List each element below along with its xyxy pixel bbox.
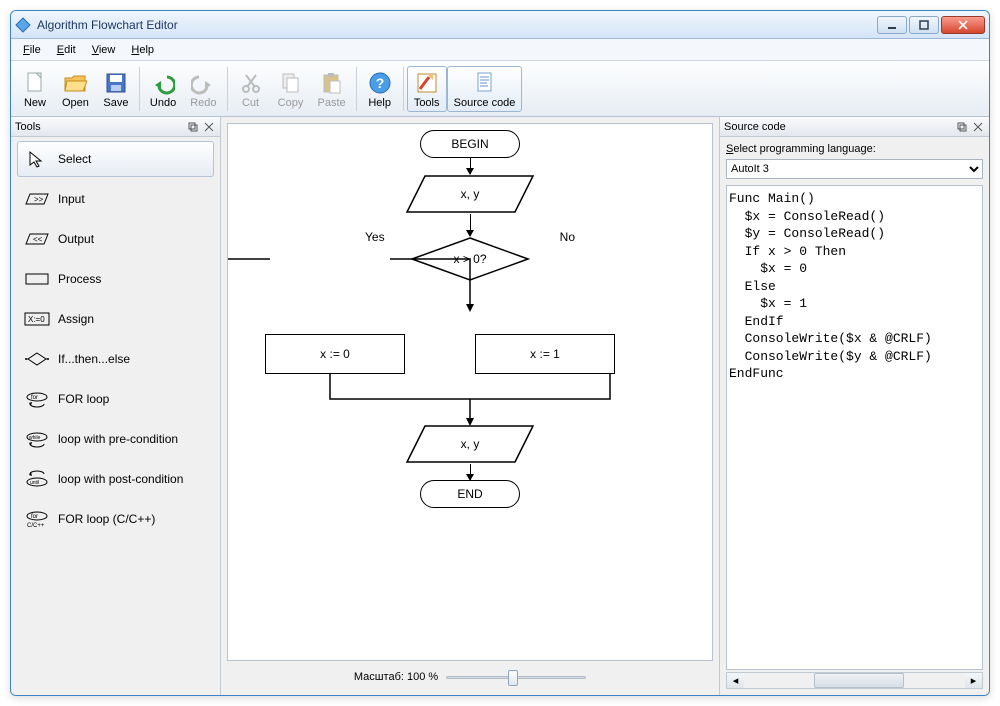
redo-button[interactable]: Redo — [183, 66, 223, 112]
menubar: File Edit View Help — [11, 39, 989, 61]
svg-text:until: until — [30, 480, 39, 486]
tool-input[interactable]: >>Input — [17, 181, 214, 217]
tools-panel-undock[interactable] — [186, 120, 200, 134]
scroll-right-icon[interactable]: ▸ — [965, 673, 982, 688]
tool-until[interactable]: untilloop with post-condition — [17, 461, 214, 497]
svg-text:>>: >> — [34, 195, 44, 204]
tools-icon — [414, 70, 440, 96]
app-window: Algorithm Flowchart Editor File Edit Vie… — [10, 10, 990, 696]
menu-view[interactable]: View — [84, 42, 124, 58]
zoom-slider[interactable] — [446, 669, 586, 685]
tools-panel-close[interactable] — [202, 120, 216, 134]
tool-forcpp[interactable]: forC/C++FOR loop (C/C++) — [17, 501, 214, 537]
flowchart-begin[interactable]: BEGIN — [420, 130, 520, 158]
zoom-label: Масштаб: 100 % — [354, 671, 438, 683]
decision-icon — [24, 350, 50, 368]
new-button[interactable]: New — [15, 66, 55, 112]
yes-label: Yes — [365, 230, 385, 244]
source-panel: Source code Select programming language:… — [719, 117, 989, 695]
cursor-icon — [24, 150, 50, 168]
svg-text:<<: << — [33, 235, 43, 244]
new-icon — [22, 70, 48, 96]
paste-button[interactable]: Paste — [311, 66, 353, 112]
forcpp-icon: for C/C++ — [24, 510, 50, 528]
tool-ifthen[interactable]: If...then...else — [17, 341, 214, 377]
window-title: Algorithm Flowchart Editor — [37, 18, 875, 32]
output-icon: << — [24, 230, 50, 248]
svg-text:C/C++: C/C++ — [27, 523, 45, 528]
language-label: Select programming language: — [726, 143, 983, 155]
titlebar[interactable]: Algorithm Flowchart Editor — [11, 11, 989, 39]
source-panel-undock[interactable] — [955, 120, 969, 134]
flowchart-input[interactable]: x, y — [405, 174, 535, 214]
language-select[interactable]: AutoIt 3 — [726, 159, 983, 179]
redo-icon — [190, 70, 216, 96]
tool-assign[interactable]: X:=0Assign — [17, 301, 214, 337]
while-icon: while — [24, 430, 50, 448]
copy-icon — [278, 70, 304, 96]
cut-button[interactable]: Cut — [231, 66, 271, 112]
tools-panel-title: Tools — [15, 121, 184, 133]
svg-text:for: for — [31, 514, 38, 520]
open-button[interactable]: Open — [55, 66, 96, 112]
svg-text:?: ? — [375, 75, 384, 91]
tools-panel: Tools Select >>Input <<Output Process X:… — [11, 117, 221, 695]
tool-select[interactable]: Select — [17, 141, 214, 177]
minimize-button[interactable] — [877, 16, 907, 34]
tool-process[interactable]: Process — [17, 261, 214, 297]
open-icon — [62, 70, 88, 96]
save-icon — [103, 70, 129, 96]
help-icon: ? — [367, 70, 393, 96]
app-icon — [15, 17, 31, 33]
input-icon: >> — [24, 190, 50, 208]
copy-button[interactable]: Copy — [271, 66, 311, 112]
close-button[interactable] — [941, 16, 985, 34]
tool-for[interactable]: forFOR loop — [17, 381, 214, 417]
maximize-button[interactable] — [909, 16, 939, 34]
source-code[interactable]: Func Main() $x = ConsoleRead() $y = Cons… — [726, 185, 983, 670]
svg-text:X:=0: X:=0 — [28, 315, 45, 324]
cut-icon — [238, 70, 264, 96]
undo-icon — [150, 70, 176, 96]
source-icon — [472, 70, 498, 96]
toolbar: New Open Save Undo Redo Cut Copy Paste ?… — [11, 61, 989, 117]
for-icon: for — [24, 390, 50, 408]
scroll-left-icon[interactable]: ◂ — [727, 673, 744, 688]
flowchart-output[interactable]: x, y — [405, 424, 535, 464]
tool-output[interactable]: <<Output — [17, 221, 214, 257]
menu-help[interactable]: Help — [123, 42, 162, 58]
help-button[interactable]: ?Help — [360, 66, 400, 112]
process-icon — [24, 270, 50, 288]
source-panel-title: Source code — [724, 121, 953, 133]
menu-file[interactable]: File — [15, 42, 49, 58]
source-toggle-button[interactable]: Source code — [447, 66, 523, 112]
save-button[interactable]: Save — [96, 66, 136, 112]
menu-edit[interactable]: Edit — [49, 42, 84, 58]
until-icon: until — [24, 470, 50, 488]
tool-while[interactable]: whileloop with pre-condition — [17, 421, 214, 457]
no-label: No — [560, 230, 575, 244]
undo-button[interactable]: Undo — [143, 66, 183, 112]
tools-toggle-button[interactable]: Tools — [407, 66, 447, 112]
canvas-area: BEGIN x, y Yes No x > 0? — [221, 117, 719, 695]
source-panel-close[interactable] — [971, 120, 985, 134]
svg-text:for: for — [31, 395, 38, 401]
flowchart-canvas[interactable]: BEGIN x, y Yes No x > 0? — [227, 123, 713, 661]
flowchart-end[interactable]: END — [420, 480, 520, 508]
svg-text:while: while — [29, 435, 41, 441]
assign-icon: X:=0 — [24, 310, 50, 328]
source-hscrollbar[interactable]: ◂ ▸ — [726, 672, 983, 689]
paste-icon — [319, 70, 345, 96]
